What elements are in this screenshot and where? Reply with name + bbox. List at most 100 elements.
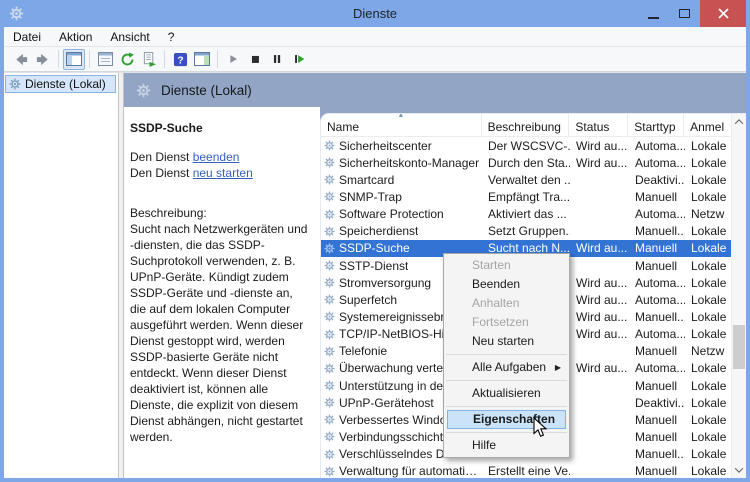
service-logon: Lokale <box>685 190 732 204</box>
back-icon[interactable] <box>10 49 32 70</box>
stop-service-line: Den Dienst beenden <box>130 149 312 165</box>
service-logon: Lokale <box>685 156 732 170</box>
properties-icon[interactable] <box>94 49 116 70</box>
column-header-name[interactable]: ▲Name <box>321 114 482 136</box>
context-menu-item-eigenschaften[interactable]: Eigenschaften <box>447 410 566 429</box>
service-starttype: Deaktivi... <box>629 173 685 187</box>
service-starttype: Manuell... <box>629 224 685 238</box>
service-gear-icon <box>324 431 335 442</box>
context-menu-item-aktualisieren[interactable]: Aktualisieren <box>444 384 569 403</box>
column-header-starttyp[interactable]: Starttyp <box>628 114 684 136</box>
service-starttype: Manuell <box>629 413 685 427</box>
service-name: Speicherdienst <box>339 224 418 238</box>
context-menu-item-beenden[interactable]: Beenden <box>444 275 569 294</box>
restart-service-icon[interactable] <box>288 49 310 70</box>
service-logon: Lokale <box>685 447 732 461</box>
context-menu-item-hilfe[interactable]: Hilfe <box>444 436 569 455</box>
refresh-icon[interactable] <box>116 49 138 70</box>
service-starttype: Manuell <box>629 379 685 393</box>
service-gear-icon <box>324 397 335 408</box>
service-logon: Lokale <box>685 224 732 238</box>
service-row[interactable]: Sicherheitskonto-Manager Durch den Sta..… <box>321 154 731 171</box>
column-header-status[interactable]: Status <box>569 114 628 136</box>
service-name: UPnP-Gerätehost <box>339 396 434 410</box>
vertical-scrollbar[interactable] <box>731 114 746 478</box>
pause-service-icon[interactable] <box>266 49 288 70</box>
service-row[interactable]: Sicherheitscenter Der WSCSVC-... Wird au… <box>321 137 731 154</box>
menu-separator <box>446 354 567 355</box>
service-starttype: Automa... <box>629 139 685 153</box>
service-gear-icon <box>324 191 335 202</box>
service-gear-icon <box>324 277 335 288</box>
service-logon: Lokale <box>685 241 732 255</box>
menu-hilfe[interactable]: ? <box>159 27 184 47</box>
service-logon: Netzw <box>685 207 732 221</box>
service-gear-icon <box>324 157 335 168</box>
stop-service-icon[interactable] <box>244 49 266 70</box>
service-logon: Lokale <box>685 139 732 153</box>
service-row[interactable]: Software Protection Aktiviert das ... Au… <box>321 206 731 223</box>
service-gear-icon <box>324 466 335 477</box>
maximize-button[interactable] <box>669 0 700 27</box>
service-starttype: Automa... <box>629 207 685 221</box>
toolbar-separator <box>217 50 218 68</box>
column-header-beschreibung[interactable]: Beschreibung <box>482 114 570 136</box>
service-logon: Lokale <box>685 276 732 290</box>
service-starttype: Deaktivi... <box>629 396 685 410</box>
service-logon: Lokale <box>685 361 732 375</box>
menu-ansicht[interactable]: Ansicht <box>101 27 158 47</box>
description-label: Beschreibung: <box>130 205 312 221</box>
minimize-button[interactable] <box>638 0 669 27</box>
service-logon: Lokale <box>685 310 732 324</box>
service-row[interactable]: Verwaltung für automatische RAS-Verb Ers… <box>321 463 731 478</box>
service-name: Smartcard <box>339 173 394 187</box>
service-logon: Lokale <box>685 413 732 427</box>
detail-service-name: SSDP-Suche <box>130 121 312 135</box>
action-pane-icon[interactable] <box>191 49 213 70</box>
start-service-icon[interactable] <box>222 49 244 70</box>
close-button[interactable] <box>700 0 746 27</box>
forward-icon[interactable] <box>32 49 54 70</box>
service-starttype: Automa... <box>629 276 685 290</box>
service-name: Telefonie <box>339 344 387 358</box>
service-row[interactable]: Smartcard Verwaltet den ... Deaktivi... … <box>321 171 731 188</box>
context-menu: StartenBeendenAnhaltenFortsetzenNeu star… <box>443 253 570 458</box>
service-name: Sicherheitscenter <box>339 139 432 153</box>
scroll-down-icon[interactable] <box>732 462 746 478</box>
pane-banner: Dienste (Lokal) <box>124 73 746 107</box>
console-tree-pane: Dienste (Lokal) <box>4 73 118 478</box>
service-logon: Lokale <box>685 293 732 307</box>
context-menu-item-alle-aufgaben[interactable]: Alle Aufgaben▶ <box>444 358 569 377</box>
help-icon[interactable]: ? <box>169 49 191 70</box>
service-status: Wird au... <box>570 241 629 255</box>
tree-item-dienste-lokal[interactable]: Dienste (Lokal) <box>5 75 116 93</box>
service-row[interactable]: SNMP-Trap Empfängt Tra... Manuell Lokale <box>321 188 731 205</box>
stop-service-link[interactable]: beenden <box>193 150 240 164</box>
column-header-anmelden[interactable]: Anmel <box>684 114 731 136</box>
service-status: Wird au... <box>570 310 629 324</box>
console-tree-toggle-icon[interactable] <box>63 49 85 70</box>
service-name: SSDP-Suche <box>339 241 410 255</box>
restart-service-link[interactable]: neu starten <box>193 166 253 180</box>
scroll-up-icon[interactable] <box>732 114 746 130</box>
tree-item-label: Dienste (Lokal) <box>25 77 106 91</box>
menu-aktion[interactable]: Aktion <box>50 27 101 47</box>
services-pane: Dienste (Lokal) SSDP-Suche Den Dienst be… <box>124 73 746 478</box>
service-description: Empfängt Tra... <box>482 190 570 204</box>
service-name: Sicherheitskonto-Manager <box>339 156 479 170</box>
menu-separator <box>446 406 567 407</box>
menu-datei[interactable]: Datei <box>4 27 50 47</box>
service-starttype: Manuell <box>629 190 685 204</box>
service-starttype: Manuell <box>629 259 685 273</box>
service-row[interactable]: Speicherdienst Setzt Gruppen... Manuell.… <box>321 223 731 240</box>
service-status: Wird au... <box>570 361 629 375</box>
service-starttype: Manuell... <box>629 310 685 324</box>
service-starttype: Manuell... <box>629 447 685 461</box>
service-gear-icon <box>324 226 335 237</box>
export-list-icon[interactable] <box>138 49 160 70</box>
service-gear-icon <box>324 209 335 220</box>
scrollbar-thumb[interactable] <box>733 325 745 369</box>
context-menu-item-neu-starten[interactable]: Neu starten <box>444 332 569 351</box>
service-name: Stromversorgung <box>339 276 431 290</box>
service-logon: Lokale <box>685 173 732 187</box>
